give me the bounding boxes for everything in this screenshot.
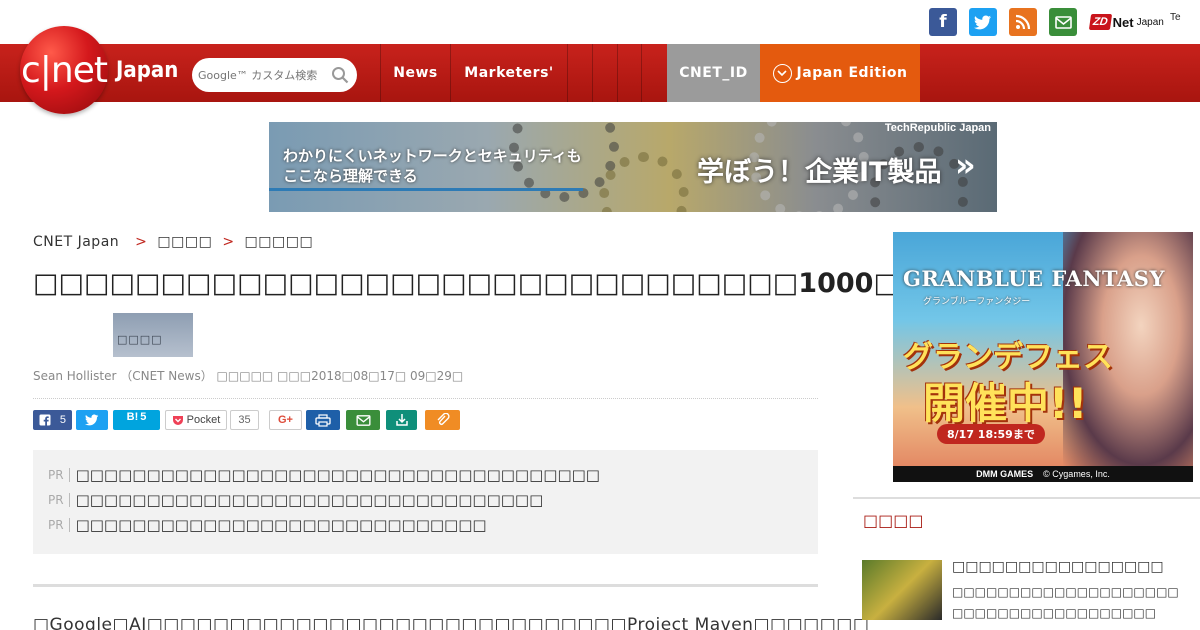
cnet-logo[interactable]: c|net	[20, 26, 108, 114]
pocket-count: 35	[230, 410, 259, 430]
banner-underline	[269, 188, 583, 191]
article-thumbnail[interactable]: □□□□	[113, 313, 193, 357]
social-bar: f ZD Net Japan Te	[0, 0, 1200, 44]
breadcrumb-home[interactable]: CNET Japan	[33, 234, 119, 250]
banner-line-1: わかりにくいネットワークとセキュリティも	[283, 147, 582, 165]
nav-marketers[interactable]: Marketers'	[450, 44, 567, 102]
sidebar-item-title[interactable]: □□□□□□□□□□□□□□□□	[952, 559, 1164, 575]
breadcrumb-category[interactable]: □□□□□	[245, 234, 314, 250]
cnet-logo-text: c|net	[20, 49, 108, 91]
ad-footer: DMM GAMES © Cygames, Inc.	[893, 466, 1193, 482]
pr-link-text: □□□□□□□□□□□□□□□□□□□□□□□□□□□□□□□□□	[75, 491, 544, 509]
save-button[interactable]	[386, 410, 417, 430]
print-icon	[315, 413, 331, 427]
rss-glyph	[1015, 14, 1031, 30]
pr-tag: PR	[48, 493, 70, 507]
sidebar-divider	[853, 497, 1200, 499]
chevron-glyph	[777, 70, 787, 76]
twitter-bird-glyph	[974, 15, 991, 29]
thumbnail-caption: □□□□	[117, 333, 163, 346]
pocket-icon	[172, 415, 183, 425]
nav-japan-edition[interactable]: Japan Edition	[760, 44, 920, 102]
search-box	[192, 58, 357, 92]
zdnet-japan-text: Japan	[1136, 16, 1164, 28]
byline-divider	[33, 398, 818, 399]
granblue-fantasy-ad[interactable]: GRANBLUE FANTASY グランブルーファンタジー グランデフェス 開催…	[893, 232, 1193, 482]
article-byline: Sean Hollister （CNET News） □□□□□ □□□2018…	[33, 369, 464, 383]
techrepublic-link[interactable]: Te	[1170, 12, 1181, 23]
twitter-icon	[85, 414, 99, 426]
facebook-icon[interactable]: f	[929, 8, 957, 36]
print-button[interactable]	[306, 410, 340, 430]
banner-arrow-icon: »	[955, 146, 976, 184]
ad-game-title: GRANBLUE FANTASY	[903, 266, 1165, 291]
pr-tag: PR	[48, 468, 70, 482]
sidebar-item-line: □□□□□□□□□□□□□□□□□□	[952, 606, 1157, 620]
pr-link-text: □□□□□□□□□□□□□□□□□□□□□□□□□□□□□	[75, 516, 487, 534]
techrepublic-banner-ad[interactable]: TechRepublic Japan わかりにくいネットワークとセキュリティも …	[269, 122, 997, 212]
ad-publisher: DMM GAMES	[976, 469, 1034, 479]
search-icon[interactable]	[331, 66, 349, 84]
nav-item-3[interactable]	[567, 44, 592, 102]
nav-cnet-id[interactable]: CNET_ID	[667, 44, 760, 102]
pr-links-box: PR □□□□□□□□□□□□□□□□□□□□□□□□□□□□□□□□□□□□□…	[33, 450, 818, 554]
ad-event-status: 開催中!!	[923, 379, 1088, 428]
breadcrumb-separator-icon: >	[222, 234, 235, 250]
main-nav: News Marketers'	[380, 44, 642, 102]
mail-icon	[355, 414, 371, 426]
pr-link[interactable]: PR □□□□□□□□□□□□□□□□□□□□□□□□□□□□□□□□□□□□□	[48, 466, 600, 484]
breadcrumb-section[interactable]: □□□□	[157, 234, 212, 250]
article-body-text: □Google□AI□□□□□□□□□□□□□□□□□□□□□□□□□□□□□P…	[33, 615, 870, 630]
banner-copy: わかりにくいネットワークとセキュリティも ここなら理解できる	[283, 146, 582, 186]
ad-game-subtitle: グランブルーファンタジー	[923, 297, 1031, 307]
pr-link[interactable]: PR □□□□□□□□□□□□□□□□□□□□□□□□□□□□□	[48, 516, 487, 534]
email-share-button[interactable]	[346, 410, 380, 430]
download-icon	[395, 414, 408, 426]
nav-item-4[interactable]	[592, 44, 617, 102]
twitter-share-button[interactable]	[76, 410, 108, 430]
sidebar-item-line: □□□□□□□□□□□□□□□□□□□□	[952, 585, 1179, 599]
content-divider	[33, 584, 818, 587]
hatena-bookmark-icon: B!	[126, 411, 139, 423]
google-plus-button[interactable]: G+	[269, 410, 302, 430]
techrepublic-text: Te	[1170, 12, 1181, 23]
cnet-japan-label[interactable]: Japan	[116, 58, 178, 83]
breadcrumb-separator-icon: >	[135, 234, 148, 250]
breadcrumb: CNET Japan > □□□□ > □□□□□	[33, 234, 313, 250]
hatena-bookmark-button[interactable]: B! 5	[113, 410, 160, 430]
sidebar-item-thumbnail[interactable]	[862, 560, 942, 620]
hatena-bookmark-count: 5	[140, 411, 147, 423]
mail-glyph	[1054, 15, 1072, 29]
pr-link-text: □□□□□□□□□□□□□□□□□□□□□□□□□□□□□□□□□□□□□	[75, 466, 600, 484]
facebook-share-count: 5	[59, 414, 66, 426]
nav-news[interactable]: News	[380, 44, 450, 102]
zdnet-logo: ZD	[1088, 14, 1112, 30]
ad-copyright: © Cygames, Inc.	[1043, 469, 1110, 479]
ad-end-date: 8/17 18:59まで	[937, 424, 1045, 444]
pocket-label: Pocket	[186, 414, 221, 426]
pr-link[interactable]: PR □□□□□□□□□□□□□□□□□□□□□□□□□□□□□□□□□	[48, 491, 543, 509]
mail-icon[interactable]	[1049, 8, 1077, 36]
banner-sponsor: TechRepublic Japan	[884, 122, 991, 134]
search-input[interactable]	[198, 68, 333, 82]
zdnet-net-text: Net	[1112, 14, 1134, 30]
banner-headline: 学ぼう！企業IT製品	[697, 157, 942, 188]
twitter-icon[interactable]	[969, 8, 997, 36]
edition-label: Japan Edition	[796, 65, 908, 81]
pocket-button[interactable]: Pocket	[165, 410, 227, 430]
pr-tag: PR	[48, 518, 70, 532]
sidebar-heading: □□□□	[863, 511, 924, 530]
facebook-share-button[interactable]: 5	[33, 410, 72, 430]
nav-item-5[interactable]	[617, 44, 642, 102]
sidebar-item-description: □□□□□□□□□□□□□□□□□□□□ □□□□□□□□□□□□□□□□□□	[952, 582, 1179, 624]
facebook-glyph: f	[939, 12, 947, 32]
paperclip-icon	[437, 413, 450, 425]
zdnet-japan-link[interactable]: ZD Net Japan	[1088, 10, 1164, 34]
clip-button[interactable]	[425, 410, 460, 430]
chevron-down-icon	[772, 63, 792, 83]
facebook-icon	[39, 414, 51, 426]
banner-line-2: ここなら理解できる	[283, 167, 418, 185]
article-title: □□□□□□□□□□□□□□□□□□□□□□□□□□□□□□1000□□□□□	[33, 268, 1002, 299]
rss-icon[interactable]	[1009, 8, 1037, 36]
